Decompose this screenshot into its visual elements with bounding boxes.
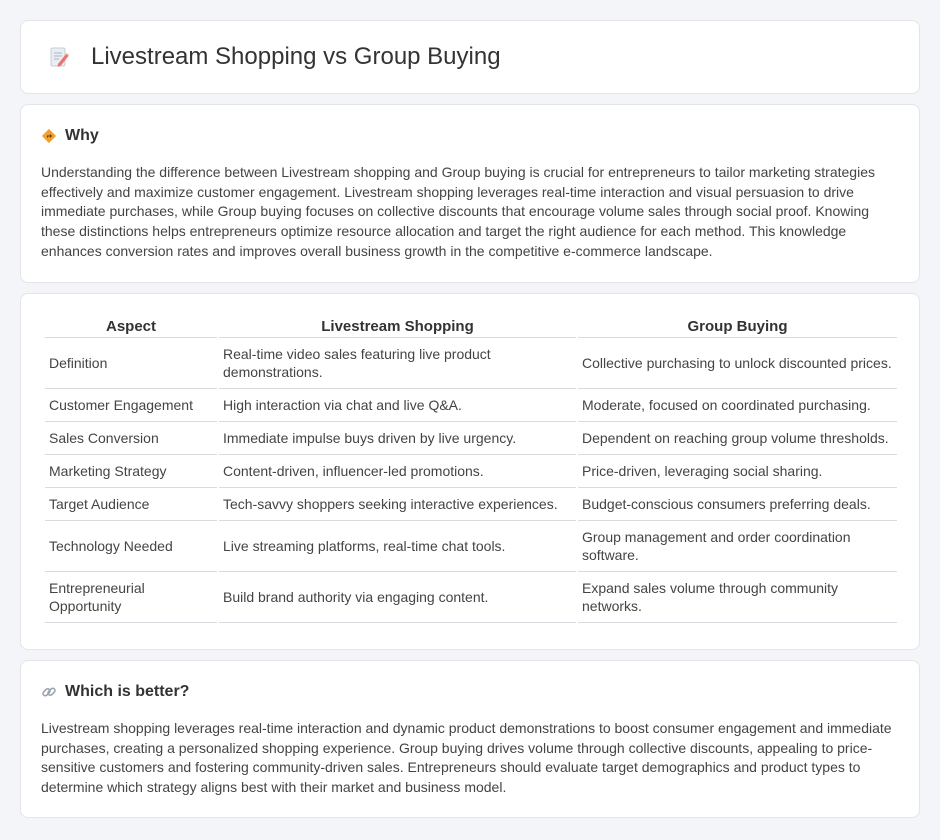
table-row: Entrepreneurial Opportunity Build brand …	[45, 572, 897, 623]
livestream-cell: Build brand authority via engaging conte…	[219, 572, 576, 623]
table-row: Customer Engagement High interaction via…	[45, 389, 897, 422]
group-buying-cell: Dependent on reaching group volume thres…	[578, 422, 897, 455]
livestream-cell: Tech-savvy shoppers seeking interactive …	[219, 488, 576, 521]
column-header-livestream: Livestream Shopping	[219, 314, 576, 338]
group-buying-cell: Group management and order coordination …	[578, 521, 897, 572]
comparison-table-section: Aspect Livestream Shopping Group Buying …	[20, 293, 920, 650]
aspect-cell: Sales Conversion	[45, 422, 217, 455]
comparison-table: Aspect Livestream Shopping Group Buying …	[43, 314, 899, 623]
link-icon	[41, 684, 57, 700]
aspect-cell: Technology Needed	[45, 521, 217, 572]
group-buying-cell: Moderate, focused on coordinated purchas…	[578, 389, 897, 422]
livestream-cell: Real-time video sales featuring live pro…	[219, 338, 576, 389]
group-buying-cell: Expand sales volume through community ne…	[578, 572, 897, 623]
aspect-cell: Definition	[45, 338, 217, 389]
why-header: Why	[41, 127, 899, 145]
why-text: Understanding the difference between Liv…	[41, 164, 875, 259]
page-title: Livestream Shopping vs Group Buying	[91, 43, 501, 70]
group-buying-cell: Budget-conscious consumers preferring de…	[578, 488, 897, 521]
livestream-cell: Content-driven, influencer-led promotion…	[219, 455, 576, 488]
why-section: Why Understanding the difference between…	[20, 104, 920, 283]
aspect-cell: Customer Engagement	[45, 389, 217, 422]
livestream-cell: Live streaming platforms, real-time chat…	[219, 521, 576, 572]
better-title: Which is better?	[65, 683, 190, 700]
livestream-cell: Immediate impulse buys driven by live ur…	[219, 422, 576, 455]
better-text: Livestream shopping leverages real-time …	[41, 720, 892, 796]
which-is-better-section: Which is better? Livestream shopping lev…	[20, 660, 920, 818]
diamond-sign-icon	[41, 128, 57, 144]
table-row: Target Audience Tech-savvy shoppers seek…	[45, 488, 897, 521]
why-title: Why	[65, 127, 99, 144]
livestream-cell: High interaction via chat and live Q&A.	[219, 389, 576, 422]
table-row: Sales Conversion Immediate impulse buys …	[45, 422, 897, 455]
table-row: Definition Real-time video sales featuri…	[45, 338, 897, 389]
table-header-row: Aspect Livestream Shopping Group Buying	[45, 314, 897, 338]
aspect-cell: Entrepreneurial Opportunity	[45, 572, 217, 623]
column-header-aspect: Aspect	[45, 314, 217, 338]
column-header-group-buying: Group Buying	[578, 314, 897, 338]
aspect-cell: Target Audience	[45, 488, 217, 521]
table-row: Marketing Strategy Content-driven, influ…	[45, 455, 897, 488]
aspect-cell: Marketing Strategy	[45, 455, 217, 488]
table-row: Technology Needed Live streaming platfor…	[45, 521, 897, 572]
document-pencil-icon	[47, 45, 71, 69]
group-buying-cell: Collective purchasing to unlock discount…	[578, 338, 897, 389]
title-card: Livestream Shopping vs Group Buying	[20, 20, 920, 94]
group-buying-cell: Price-driven, leveraging social sharing.	[578, 455, 897, 488]
better-header: Which is better?	[41, 683, 899, 701]
